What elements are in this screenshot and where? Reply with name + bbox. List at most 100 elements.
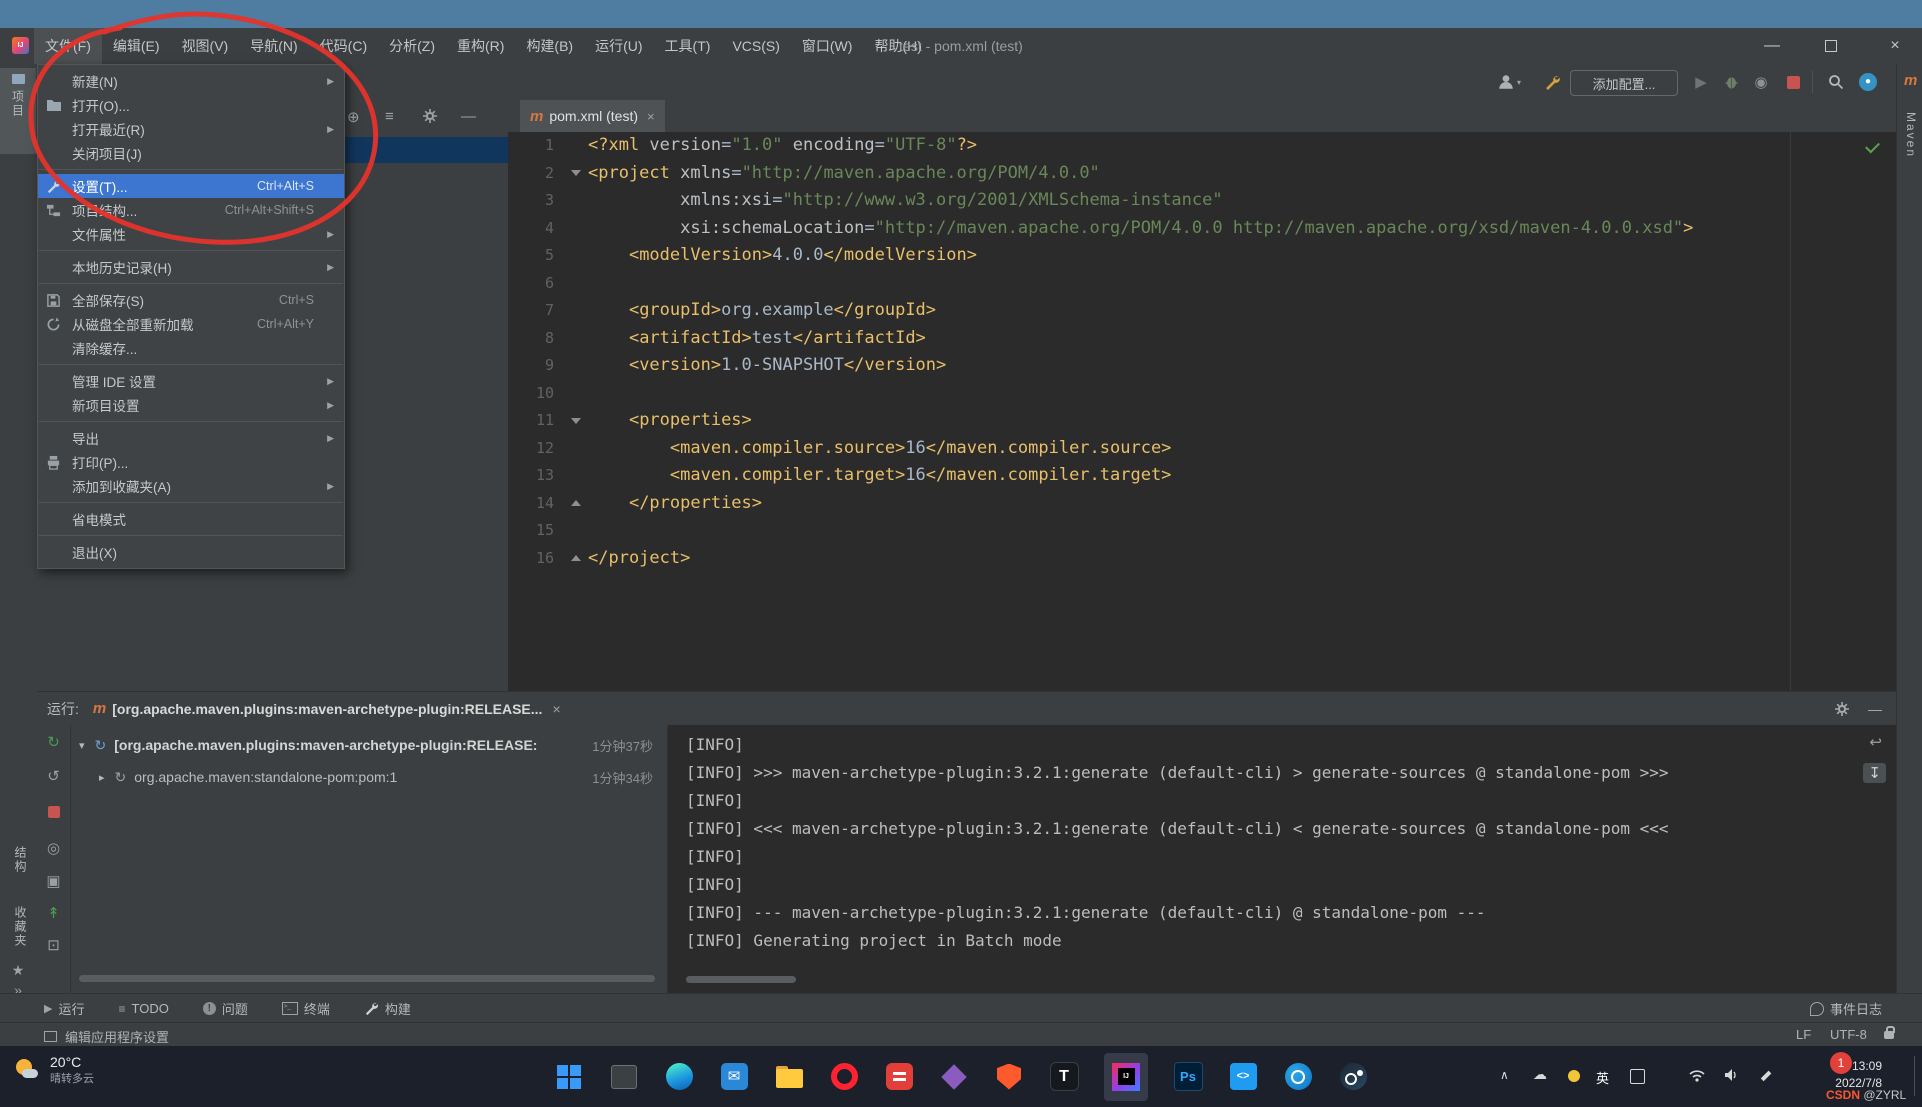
fold-marker-icon[interactable] xyxy=(564,490,588,518)
file-menu-item-9[interactable]: 本地历史记录(H)▶ xyxy=(38,255,344,279)
menubar-item-5[interactable]: 分析(Z) xyxy=(378,28,446,64)
tool-stripe-favorites-button[interactable]: 收藏夹 xyxy=(12,906,29,948)
locate-file-icon[interactable]: ⊕ xyxy=(347,108,360,126)
code-editor[interactable]: 1<?xml version="1.0" encoding="UTF-8"?>2… xyxy=(508,132,1896,691)
tray-yellow-dot-icon[interactable] xyxy=(1568,1070,1580,1082)
code-line-11[interactable]: 11 <properties> xyxy=(508,407,1896,435)
file-menu-item-11[interactable]: 全部保存(S)Ctrl+S xyxy=(38,288,344,312)
code-line-7[interactable]: 7 <groupId>org.example</groupId> xyxy=(508,297,1896,325)
wifi-icon[interactable] xyxy=(1688,1068,1706,1085)
run-tree-row[interactable]: ▾ ↻ [org.apache.maven.plugins:maven-arch… xyxy=(71,731,667,759)
export-icon[interactable]: ⊡ xyxy=(37,936,70,954)
code-line-1[interactable]: 1<?xml version="1.0" encoding="UTF-8"?> xyxy=(508,132,1896,160)
toolbar-wrench-button[interactable] xyxy=(1540,70,1564,94)
file-menu-item-7[interactable]: 文件属性▶ xyxy=(38,222,344,246)
collapse-all-icon[interactable]: ≡ xyxy=(385,108,394,125)
typora-icon[interactable]: T xyxy=(1049,1062,1079,1092)
user-account-button[interactable]: ▾ xyxy=(1494,70,1524,94)
blue-circle-app-icon[interactable] xyxy=(1283,1062,1313,1092)
event-log-button[interactable]: 事件日志 xyxy=(1810,999,1882,1018)
code-line-14[interactable]: 14 </properties> xyxy=(508,490,1896,518)
file-menu-item-15[interactable]: 管理 IDE 设置▶ xyxy=(38,369,344,393)
file-menu-item-1[interactable]: 打开(O)... xyxy=(38,93,344,117)
run-tab-close-icon[interactable]: × xyxy=(552,701,560,717)
code-line-13[interactable]: 13 <maven.compiler.target>16</maven.comp… xyxy=(508,462,1896,490)
tool-window-button-问题[interactable]: !问题 xyxy=(203,999,248,1018)
photoshop-icon[interactable]: Ps xyxy=(1173,1062,1203,1092)
code-line-8[interactable]: 8 <artifactId>test</artifactId> xyxy=(508,325,1896,353)
tool-window-button-TODO[interactable]: ≡TODO xyxy=(118,1001,168,1016)
stop-icon[interactable] xyxy=(37,805,70,822)
menubar-item-8[interactable]: 运行(U) xyxy=(584,28,653,64)
weather-widget[interactable]: 20°C 晴转多云 xyxy=(14,1054,94,1086)
run-button[interactable]: ▶ xyxy=(1690,70,1712,94)
file-menu-item-6[interactable]: 项目结构...Ctrl+Alt+Shift+S xyxy=(38,198,344,222)
tab-close-icon[interactable]: × xyxy=(647,109,655,124)
volume-icon[interactable] xyxy=(1724,1068,1740,1085)
search-everywhere-button[interactable] xyxy=(1824,70,1848,94)
coverage-button[interactable]: ◉ xyxy=(1750,70,1772,94)
gc-icon[interactable]: ↟ xyxy=(37,904,70,922)
close-button[interactable]: × xyxy=(1868,28,1922,64)
mail-icon[interactable]: ✉ xyxy=(719,1062,749,1092)
debug-button[interactable] xyxy=(1720,70,1742,94)
menubar-item-4[interactable]: 代码(C) xyxy=(309,28,378,64)
file-menu-item-18[interactable]: 导出▶ xyxy=(38,426,344,450)
maximize-button[interactable] xyxy=(1808,28,1854,64)
star-icon[interactable]: ★ xyxy=(0,962,36,979)
fold-marker-icon[interactable] xyxy=(564,160,588,188)
code-line-16[interactable]: 16</project> xyxy=(508,545,1896,573)
maven-icon[interactable]: m xyxy=(1904,72,1917,89)
ime-mode-icon[interactable] xyxy=(1630,1069,1645,1084)
encoding-indicator[interactable]: UTF-8 xyxy=(1830,1027,1867,1042)
menubar-item-7[interactable]: 构建(B) xyxy=(515,28,584,64)
file-menu-item-20[interactable]: 添加到收藏夹(A)▶ xyxy=(38,474,344,498)
chevron-down-icon[interactable]: ▾ xyxy=(79,739,85,752)
file-menu-item-19[interactable]: 打印(P)... xyxy=(38,450,344,474)
horizontal-scrollbar[interactable] xyxy=(79,975,655,982)
line-ending-indicator[interactable]: LF xyxy=(1796,1027,1811,1042)
file-menu-item-13[interactable]: 清除缓存... xyxy=(38,336,344,360)
console-horizontal-scrollbar[interactable] xyxy=(686,976,796,983)
fold-marker-icon[interactable] xyxy=(564,545,588,573)
file-menu-item-22[interactable]: 省电模式 xyxy=(38,507,344,531)
code-line-12[interactable]: 12 <maven.compiler.source>16</maven.comp… xyxy=(508,435,1896,463)
rerun-icon[interactable]: ↻ xyxy=(37,733,70,751)
file-menu-item-0[interactable]: 新建(N)▶ xyxy=(38,69,344,93)
vscode-icon[interactable]: <> xyxy=(1228,1062,1258,1092)
menubar-item-2[interactable]: 视图(V) xyxy=(171,28,240,64)
edge-icon[interactable] xyxy=(664,1062,694,1092)
pen-icon[interactable] xyxy=(1758,1070,1772,1087)
code-line-9[interactable]: 9 <version>1.0-SNAPSHOT</version> xyxy=(508,352,1896,380)
minimize-button[interactable]: — xyxy=(1749,28,1795,64)
tray-cloud-icon[interactable]: ☁ xyxy=(1533,1066,1547,1083)
collaboration-button[interactable]: ● xyxy=(1856,70,1880,94)
stop-button[interactable] xyxy=(1782,70,1804,94)
code-line-4[interactable]: 4 xsi:schemaLocation="http://maven.apach… xyxy=(508,215,1896,243)
status-message[interactable]: 编辑应用程序设置 xyxy=(44,1027,169,1046)
tool-window-button-构建[interactable]: 构建 xyxy=(364,999,411,1018)
run-tab-title[interactable]: [org.apache.maven.plugins:maven-archetyp… xyxy=(112,701,542,717)
start-button[interactable] xyxy=(554,1062,584,1092)
tool-window-button-运行[interactable]: ▶运行 xyxy=(44,999,84,1018)
menubar-item-1[interactable]: 编辑(E) xyxy=(102,28,171,64)
code-line-5[interactable]: 5 <modelVersion>4.0.0</modelVersion> xyxy=(508,242,1896,270)
ime-indicator[interactable]: 英 xyxy=(1596,1068,1609,1087)
app-icon-dark[interactable] xyxy=(609,1062,639,1092)
red-app-icon[interactable] xyxy=(884,1062,914,1092)
tool-window-button-终端[interactable]: >_终端 xyxy=(282,999,330,1018)
dump-threads-icon[interactable]: ▣ xyxy=(37,872,70,890)
hide-panel-icon[interactable]: — xyxy=(461,108,476,125)
run-settings-gear-icon[interactable] xyxy=(1834,701,1850,717)
soft-wrap-icon[interactable]: ↩ xyxy=(1869,733,1882,751)
file-menu-item-2[interactable]: 打开最近(R)▶ xyxy=(38,117,344,141)
file-explorer-icon[interactable] xyxy=(774,1062,804,1092)
menubar-item-10[interactable]: VCS(S) xyxy=(721,28,790,64)
rerun-failed-icon[interactable]: ↺ xyxy=(37,767,70,785)
run-tree-row[interactable]: ▸ ↻ org.apache.maven:standalone-pom:pom:… xyxy=(71,763,667,791)
menubar-item-9[interactable]: 工具(T) xyxy=(654,28,722,64)
file-menu-item-5[interactable]: 设置(T)...Ctrl+Alt+S xyxy=(38,174,344,198)
chevron-right-icon[interactable]: ▸ xyxy=(99,771,105,784)
panel-settings-button[interactable] xyxy=(422,108,438,128)
add-configuration-button[interactable]: 添加配置... xyxy=(1570,70,1678,96)
